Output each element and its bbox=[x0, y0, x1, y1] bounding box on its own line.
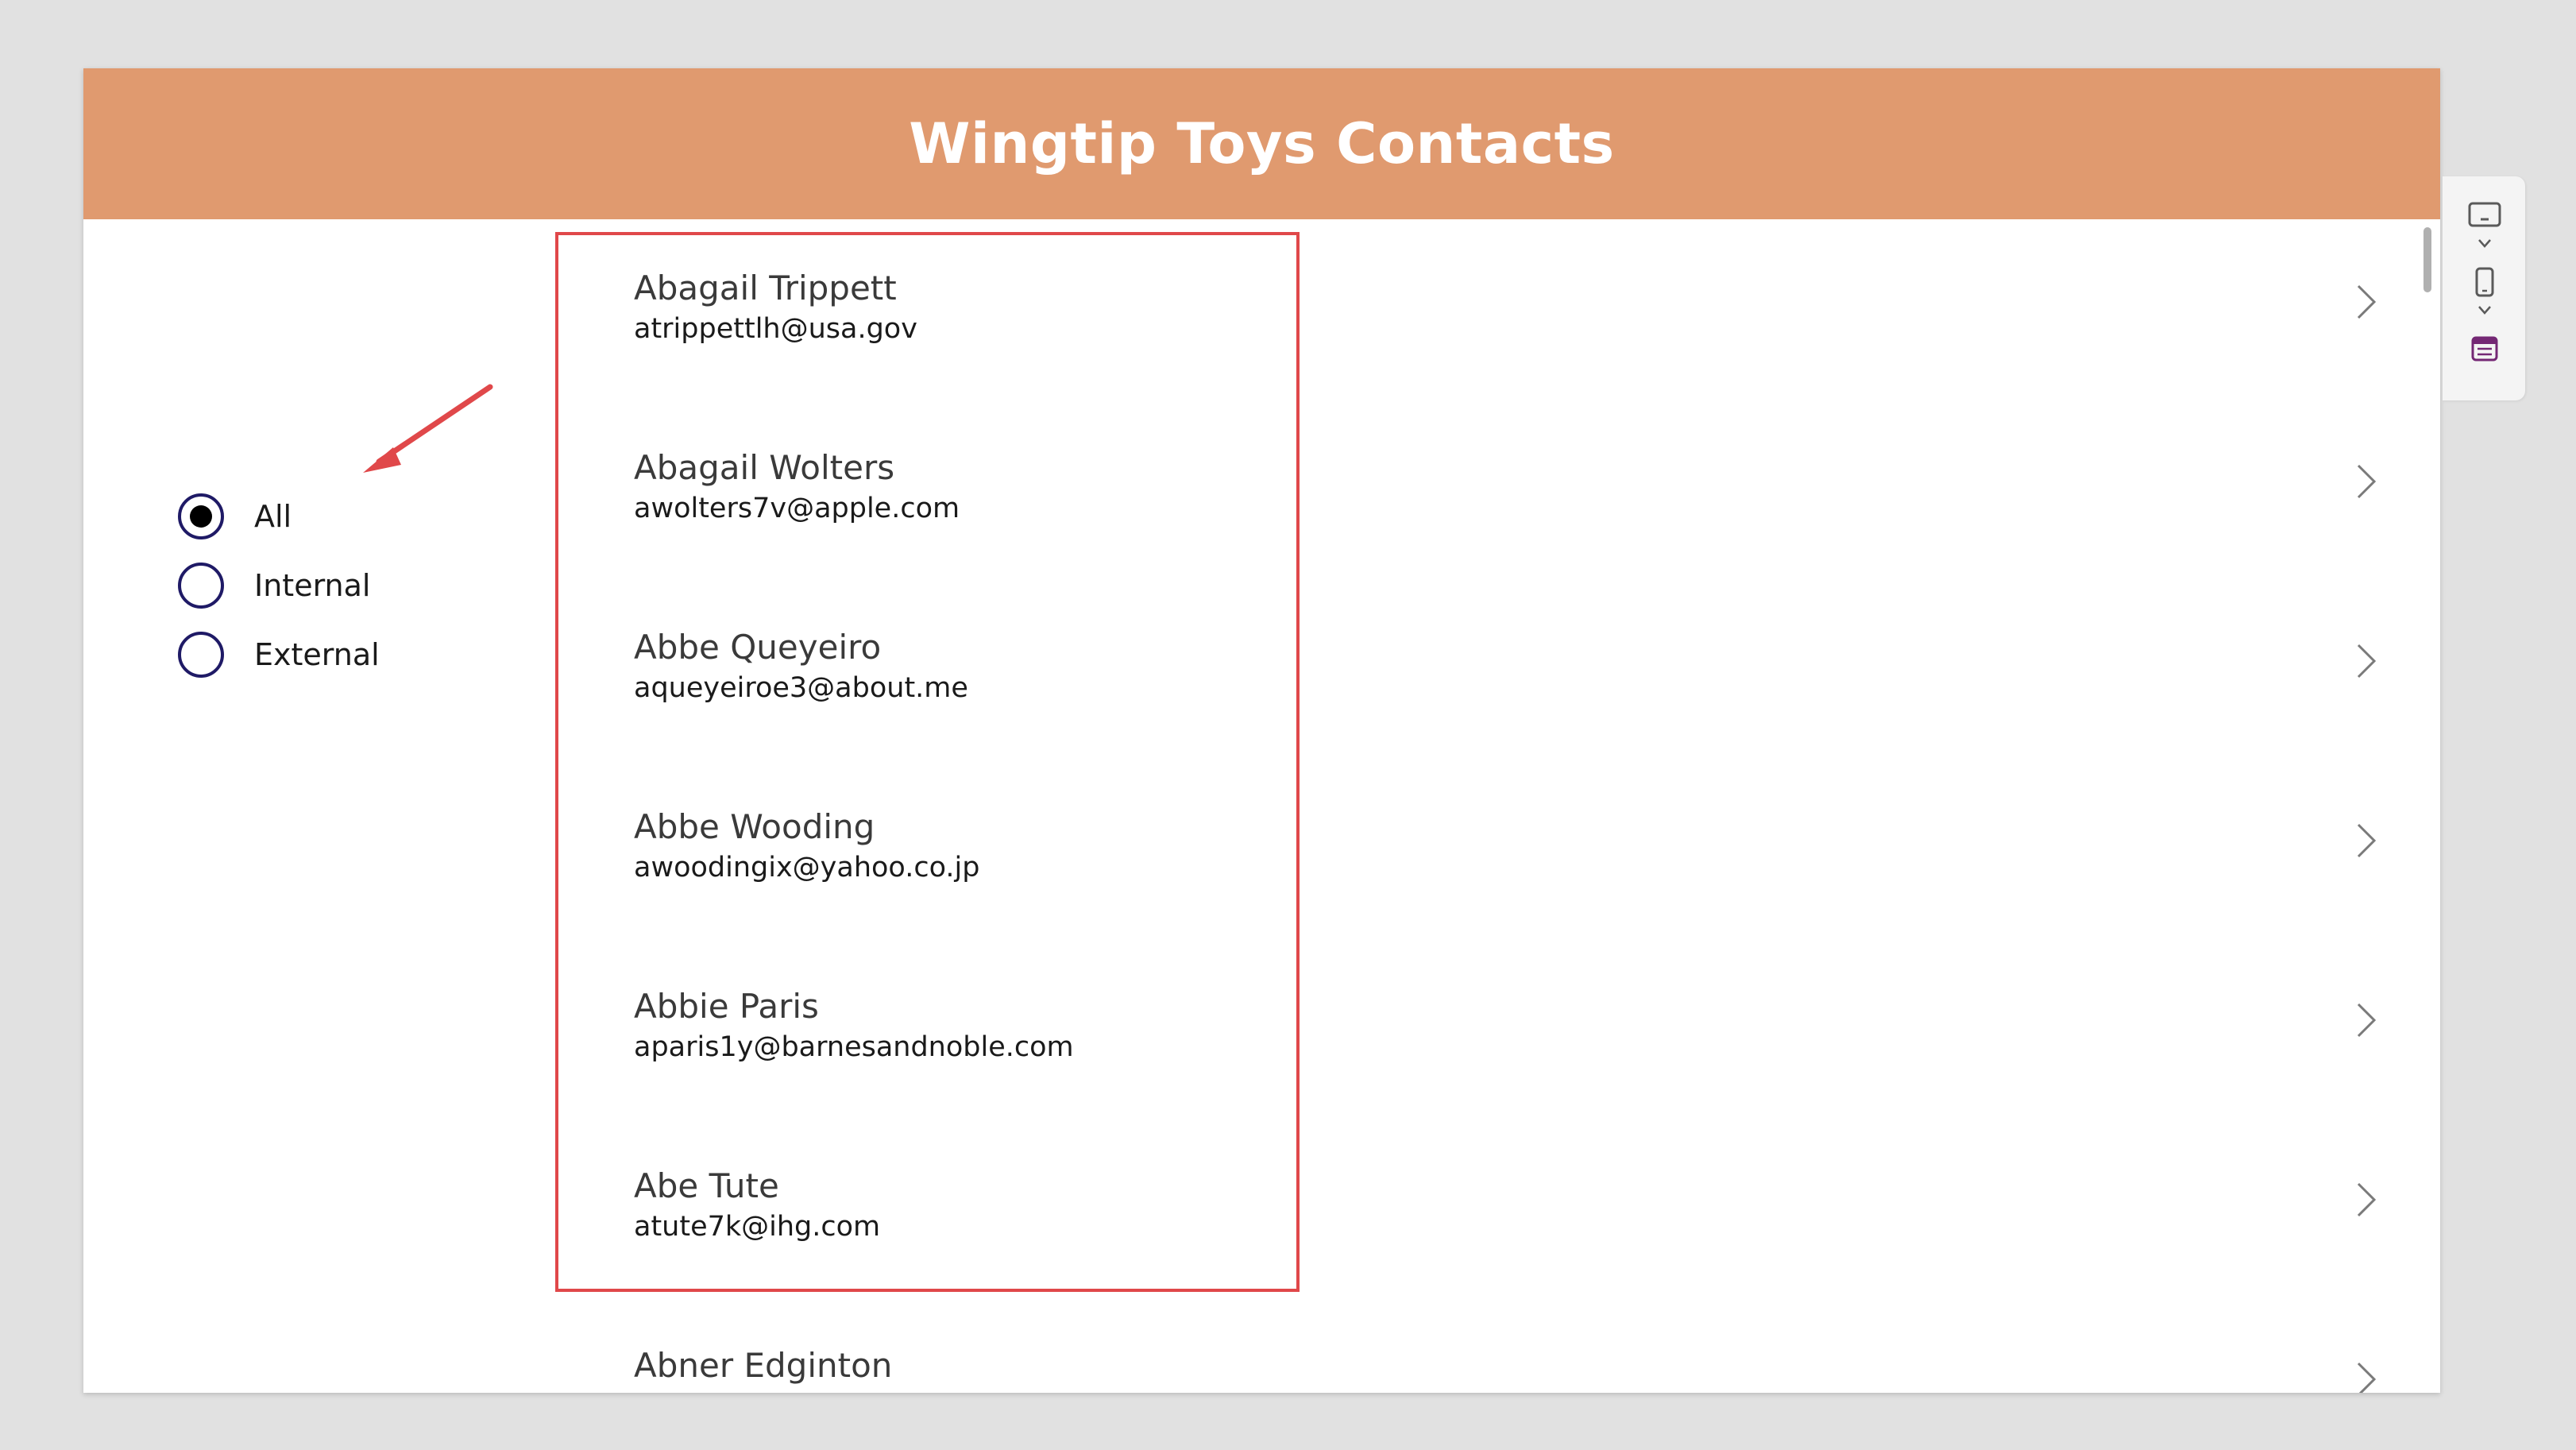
chevron-right-icon[interactable] bbox=[2355, 462, 2377, 501]
phone-icon[interactable] bbox=[2462, 265, 2508, 300]
radio-option-all[interactable]: All bbox=[178, 481, 380, 551]
radio-button[interactable] bbox=[178, 562, 224, 609]
header-bar: Wingtip Toys Contacts bbox=[83, 68, 2440, 219]
contact-name: Abbie Paris bbox=[634, 987, 819, 1026]
radio-selected-dot bbox=[190, 505, 212, 528]
contact-email: atute7k@ihg.com bbox=[634, 1211, 881, 1243]
chevron-right-icon[interactable] bbox=[2355, 1001, 2377, 1039]
annotation-arrow bbox=[363, 384, 493, 473]
contact-name: Abe Tute bbox=[634, 1166, 779, 1205]
radio-label: All bbox=[254, 498, 292, 534]
gallery-row[interactable]: Abagail Trippett atrippettlh@usa.gov bbox=[83, 219, 2440, 399]
contact-email: atrippettlh@usa.gov bbox=[634, 313, 917, 345]
gallery-row[interactable]: Abbie Paris aparis1y@barnesandnoble.com bbox=[83, 938, 2440, 1117]
side-toolbar bbox=[2443, 176, 2525, 400]
radio-label: External bbox=[254, 636, 380, 672]
gallery-row[interactable]: Abbe Wooding awoodingix@yahoo.co.jp bbox=[83, 758, 2440, 938]
gallery-row[interactable]: Abe Tute atute7k@ihg.com bbox=[83, 1117, 2440, 1297]
chevron-right-icon[interactable] bbox=[2355, 642, 2377, 680]
contact-name: Abagail Wolters bbox=[634, 448, 895, 487]
radio-option-external[interactable]: External bbox=[178, 620, 380, 689]
chevron-right-icon[interactable] bbox=[2355, 822, 2377, 860]
contact-email: awolters7v@apple.com bbox=[634, 493, 960, 524]
contact-email: aparis1y@barnesandnoble.com bbox=[634, 1031, 1074, 1063]
contact-name: Abbe Queyeiro bbox=[634, 628, 882, 667]
scrollbar-thumb[interactable] bbox=[2423, 227, 2431, 292]
gallery-row[interactable]: Abbe Queyeiro aqueyeiroe3@about.me bbox=[83, 578, 2440, 758]
screen-size-icon[interactable] bbox=[2462, 200, 2508, 232]
contact-name: Abbe Wooding bbox=[634, 807, 875, 846]
contact-name: Abagail Trippett bbox=[634, 269, 897, 307]
gallery-row[interactable]: Abner Edginton bbox=[83, 1297, 2440, 1393]
contact-name: Abner Edginton bbox=[634, 1346, 893, 1385]
contact-email: awoodingix@yahoo.co.jp bbox=[634, 852, 980, 884]
chevron-right-icon[interactable] bbox=[2355, 1360, 2377, 1393]
chevron-right-icon[interactable] bbox=[2355, 1181, 2377, 1219]
chevron-right-icon[interactable] bbox=[2355, 283, 2377, 321]
page-title: Wingtip Toys Contacts bbox=[909, 111, 1615, 176]
app-canvas: Wingtip Toys Contacts Abagail Trippett a… bbox=[83, 68, 2440, 1393]
chevron-down-icon[interactable] bbox=[2462, 235, 2508, 253]
radio-button[interactable] bbox=[178, 493, 224, 539]
radio-option-internal[interactable]: Internal bbox=[178, 551, 380, 620]
radio-button[interactable] bbox=[178, 631, 224, 678]
chevron-down-icon[interactable] bbox=[2462, 302, 2508, 319]
app-settings-icon[interactable] bbox=[2462, 334, 2508, 365]
radio-label: Internal bbox=[254, 567, 371, 603]
contact-email: aqueyeiroe3@about.me bbox=[634, 672, 968, 704]
filter-radio-group: All Internal External bbox=[178, 481, 380, 689]
